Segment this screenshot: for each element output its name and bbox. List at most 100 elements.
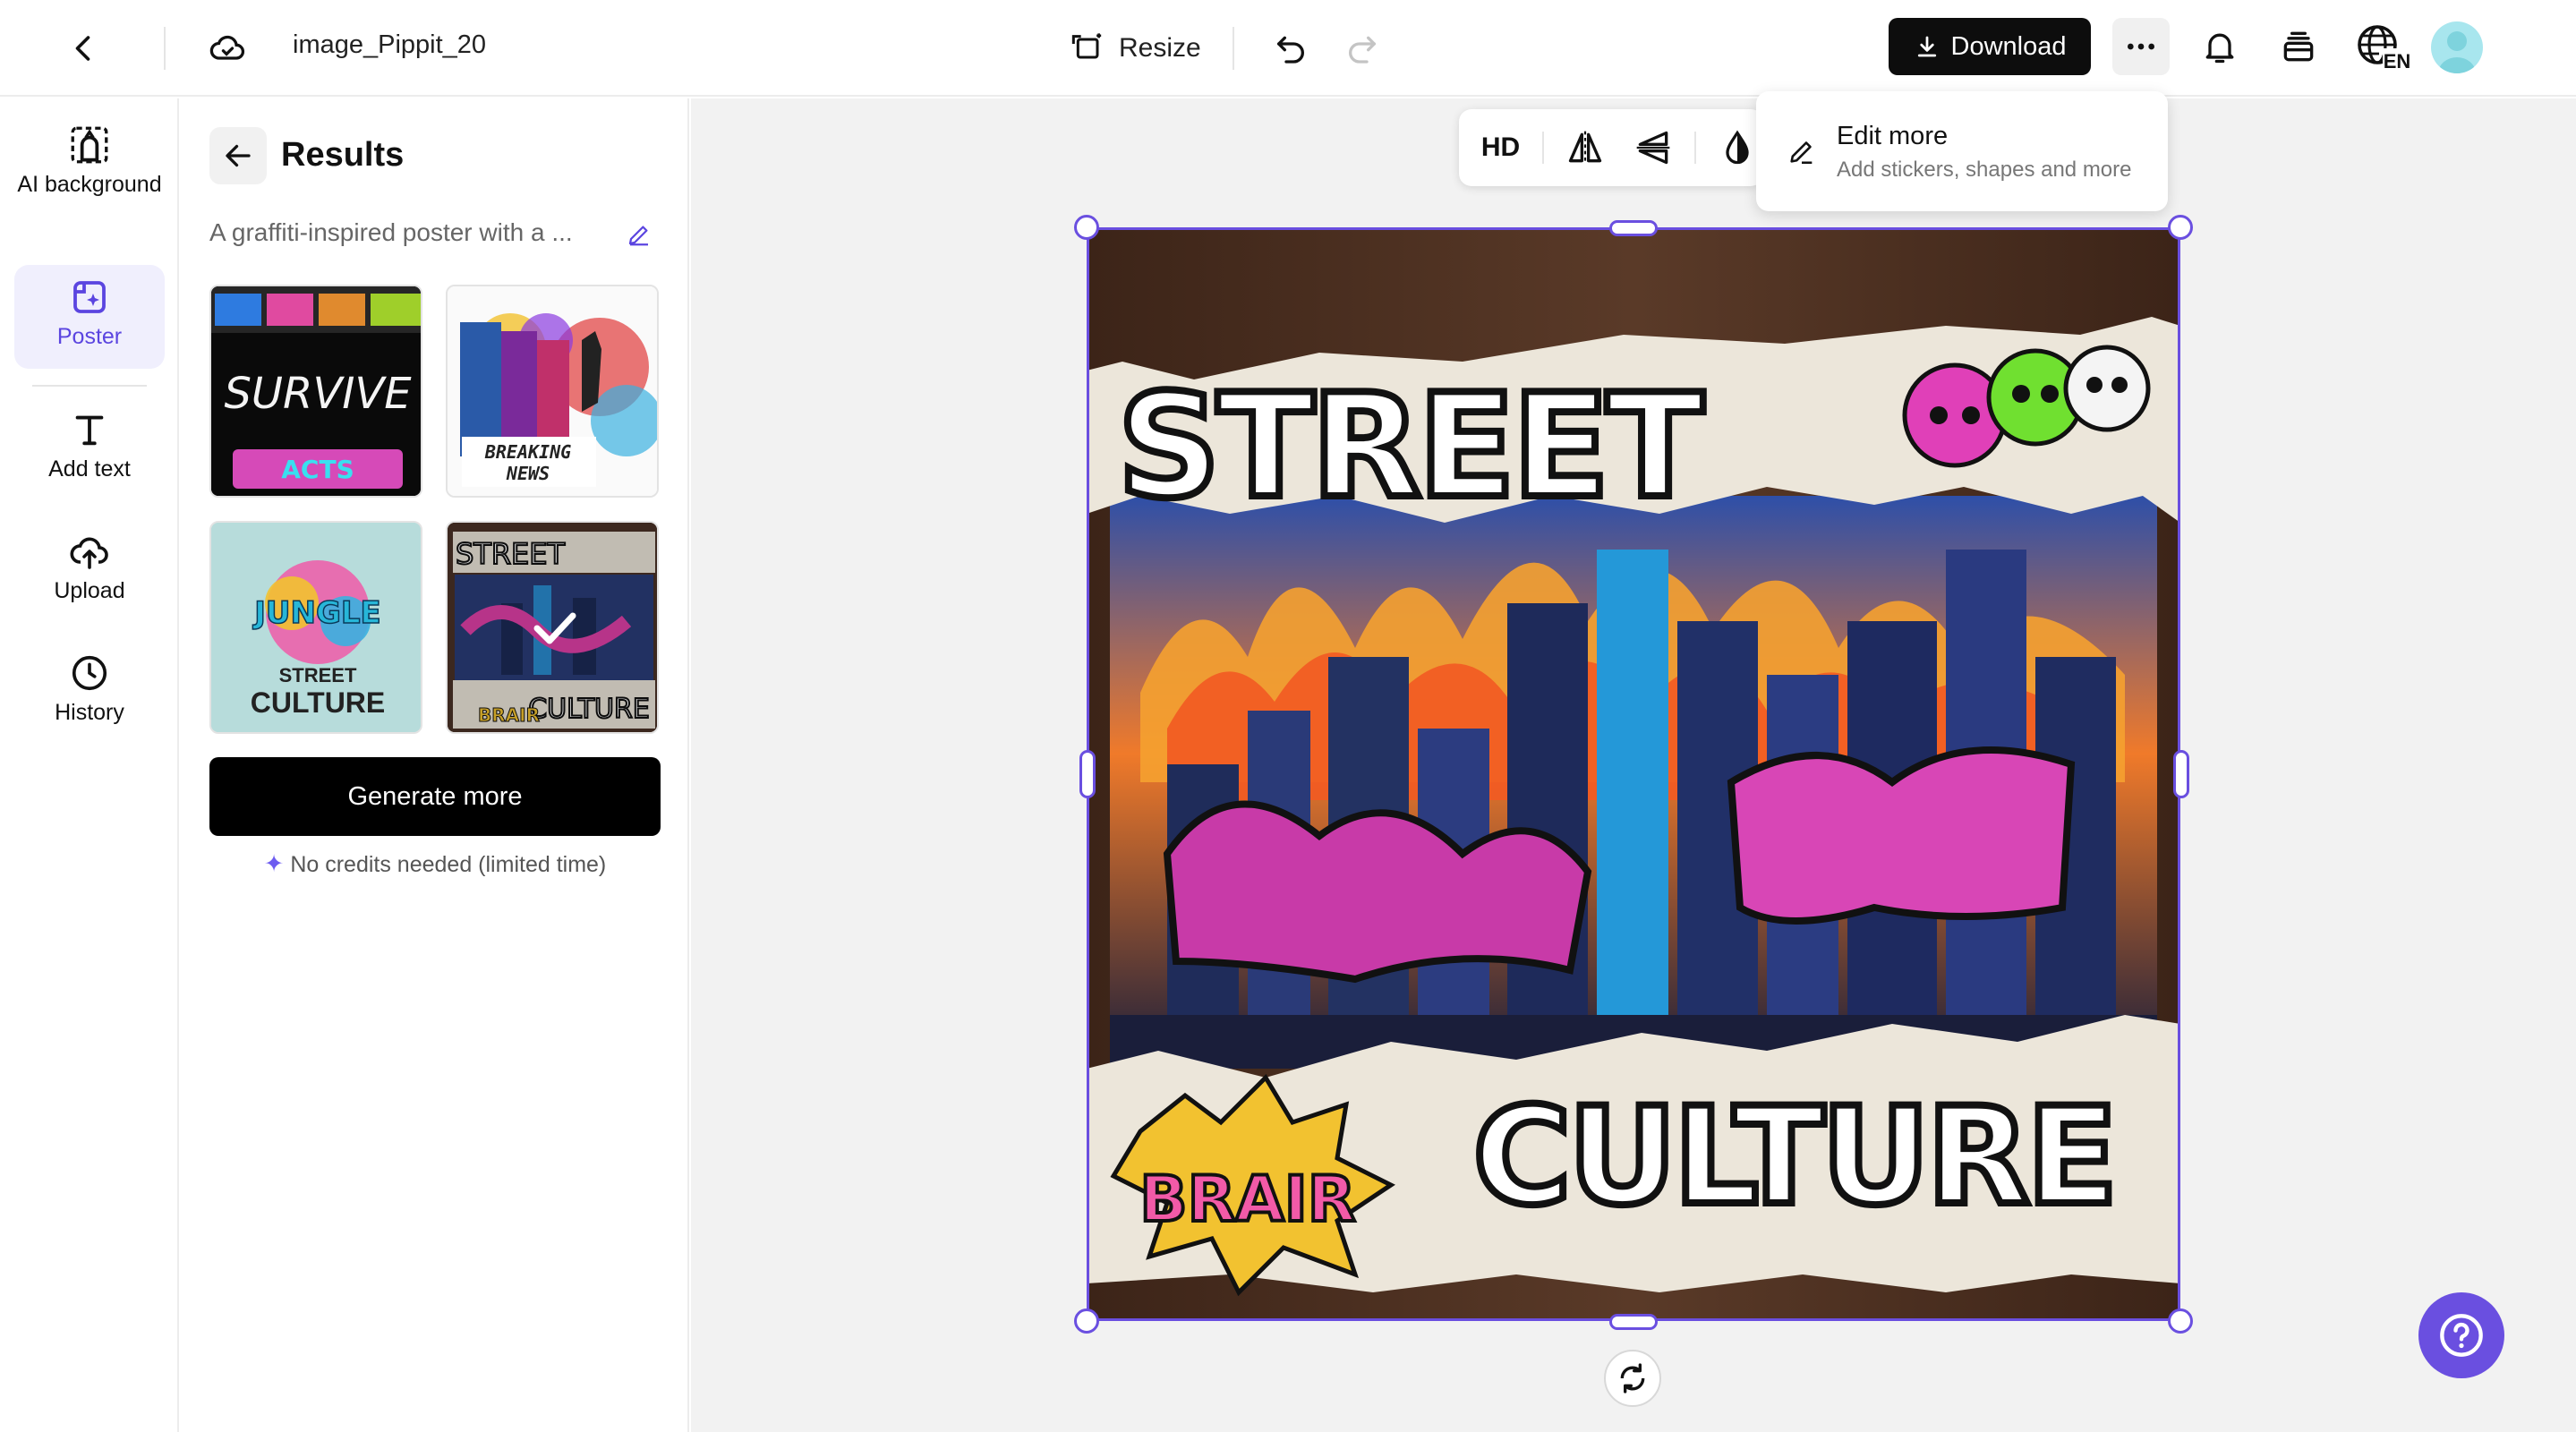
thumbnail-image: JUNGLE STREET CULTURE <box>211 523 421 732</box>
svg-text:CULTURE: CULTURE <box>251 686 386 719</box>
credits-note: ✦ No credits needed (limited time) <box>209 850 661 878</box>
nav-label: Poster <box>56 324 123 349</box>
image-toolbar: HD <box>1459 109 1763 186</box>
language-code: EN <box>2384 50 2411 72</box>
nav-label: AI background <box>17 172 162 197</box>
undo-icon <box>1277 36 1304 64</box>
flip-horizontal-icon <box>1569 131 1602 165</box>
svg-text:CULTURE: CULTURE <box>1473 1079 2115 1235</box>
question-icon <box>2440 1314 2483 1357</box>
user-avatar-icon <box>2438 31 2476 73</box>
svg-text:BREAKING: BREAKING <box>484 441 571 463</box>
toolbar-divider <box>1694 132 1696 164</box>
hd-button[interactable]: HD <box>1475 119 1526 176</box>
popup-title: Edit more <box>1837 122 1949 150</box>
pencil-icon <box>1790 141 1813 165</box>
more-options-button[interactable] <box>2112 18 2170 75</box>
poster-image[interactable]: STREET CULTURE BRAIR <box>1087 227 2180 1321</box>
resize-handle-left[interactable] <box>1079 750 1096 798</box>
svg-text:NEWS: NEWS <box>506 463 550 484</box>
resize-handle-top[interactable] <box>1609 220 1658 236</box>
flip-vertical-icon <box>1636 131 1669 165</box>
svg-text:JUNGLE: JUNGLE <box>252 595 381 631</box>
thumbnail-image: BREAKING NEWS <box>448 286 657 496</box>
download-button[interactable]: Download <box>1889 18 2091 75</box>
download-label: Download <box>1950 31 2067 61</box>
resize-handle-top-right[interactable] <box>2168 215 2193 240</box>
panel-back-button[interactable] <box>209 127 267 184</box>
notifications-button[interactable] <box>2191 18 2248 75</box>
results-panel: Results A graffiti-inspired poster with … <box>181 98 689 1432</box>
arrow-left-icon <box>226 144 251 167</box>
nav-item-poster[interactable]: Poster <box>14 265 165 369</box>
history-icon <box>66 650 113 696</box>
credits-note-text: No credits needed (limited time) <box>290 852 607 877</box>
nav-label: History <box>55 700 124 725</box>
flip-vertical-button[interactable] <box>1627 119 1678 176</box>
globe-icon: EN <box>2358 25 2411 72</box>
svg-text:STREET: STREET <box>279 664 357 686</box>
generate-more-button[interactable]: Generate more <box>209 757 661 836</box>
prompt-text: A graffiti-inspired poster with a ... <box>209 218 573 246</box>
thumbnail-image: SURVIVE ACTS <box>211 286 421 496</box>
redo-button[interactable] <box>1334 20 1391 77</box>
back-button[interactable] <box>55 20 113 77</box>
download-icon <box>1917 36 1936 57</box>
panel-title: Results <box>281 136 405 174</box>
nav-label: Add text <box>48 456 131 482</box>
upload-icon <box>66 528 113 575</box>
result-thumbnail[interactable]: SURVIVE ACTS <box>209 285 422 498</box>
rotate-button[interactable] <box>1604 1350 1661 1407</box>
resize-handle-bottom[interactable] <box>1609 1314 1658 1330</box>
resize-label: Resize <box>1119 33 1201 63</box>
text-icon <box>66 406 113 453</box>
pencil-icon <box>628 226 648 246</box>
drop-icon <box>1726 130 1750 165</box>
avatar[interactable] <box>2431 21 2483 73</box>
nav-item-add-text[interactable]: Add text <box>14 406 165 496</box>
resize-handle-bottom-left[interactable] <box>1074 1308 1099 1334</box>
assets-button[interactable] <box>2270 18 2327 75</box>
divider <box>164 27 166 70</box>
edit-prompt-button[interactable] <box>619 215 659 254</box>
rotate-icon <box>1620 1363 1645 1394</box>
nav-divider <box>32 385 147 387</box>
svg-text:BRAIR: BRAIR <box>1139 1163 1355 1236</box>
resize-button[interactable]: Resize <box>1070 23 1201 73</box>
poster-artwork: STREET CULTURE BRAIR <box>1087 227 2180 1321</box>
svg-text:ACTS: ACTS <box>281 455 354 484</box>
ai-background-icon <box>66 122 113 168</box>
thumbnail-image: STREET CULTURE BRAIR <box>448 523 657 732</box>
nav-item-ai-background[interactable]: AI background <box>14 122 165 256</box>
stack-icon <box>2283 31 2314 62</box>
edit-more-popup[interactable]: Edit more Add stickers, shapes and more <box>1756 91 2168 211</box>
resize-handle-top-left[interactable] <box>1074 215 1099 240</box>
left-nav: AI background Poster Add text Upload His… <box>0 98 179 1432</box>
undo-button[interactable] <box>1262 20 1319 77</box>
cloud-sync-button[interactable] <box>199 20 256 77</box>
resize-handle-bottom-right[interactable] <box>2168 1308 2193 1334</box>
divider <box>1233 27 1234 70</box>
nav-label: Upload <box>54 578 125 603</box>
language-button[interactable]: EN <box>2349 18 2417 75</box>
help-button[interactable] <box>2418 1292 2504 1378</box>
result-thumbnail-selected[interactable]: STREET CULTURE BRAIR <box>446 521 659 734</box>
redo-icon <box>1349 36 1376 64</box>
nav-item-history[interactable]: History <box>14 650 165 739</box>
bell-icon <box>2205 33 2234 64</box>
nav-item-upload[interactable]: Upload <box>14 528 165 618</box>
result-thumbnail[interactable]: BREAKING NEWS <box>446 285 659 498</box>
resize-handle-right[interactable] <box>2173 750 2189 798</box>
resize-icon <box>1071 33 1102 59</box>
result-thumbnail[interactable]: JUNGLE STREET CULTURE <box>209 521 422 734</box>
cloud-icon <box>209 35 244 60</box>
chevron-left-icon <box>75 36 90 61</box>
top-bar: image_Pippit_20 Resize Download EN <box>0 0 2576 97</box>
toolbar-divider <box>1542 132 1544 164</box>
svg-text:STREET: STREET <box>1117 362 1703 530</box>
svg-text:SURVIVE: SURVIVE <box>224 369 412 419</box>
flip-horizontal-button[interactable] <box>1560 119 1611 176</box>
file-name[interactable]: image_Pippit_20 <box>293 30 486 60</box>
more-horizontal-icon <box>2128 43 2154 50</box>
sparkle-icon: ✦ <box>263 850 285 877</box>
